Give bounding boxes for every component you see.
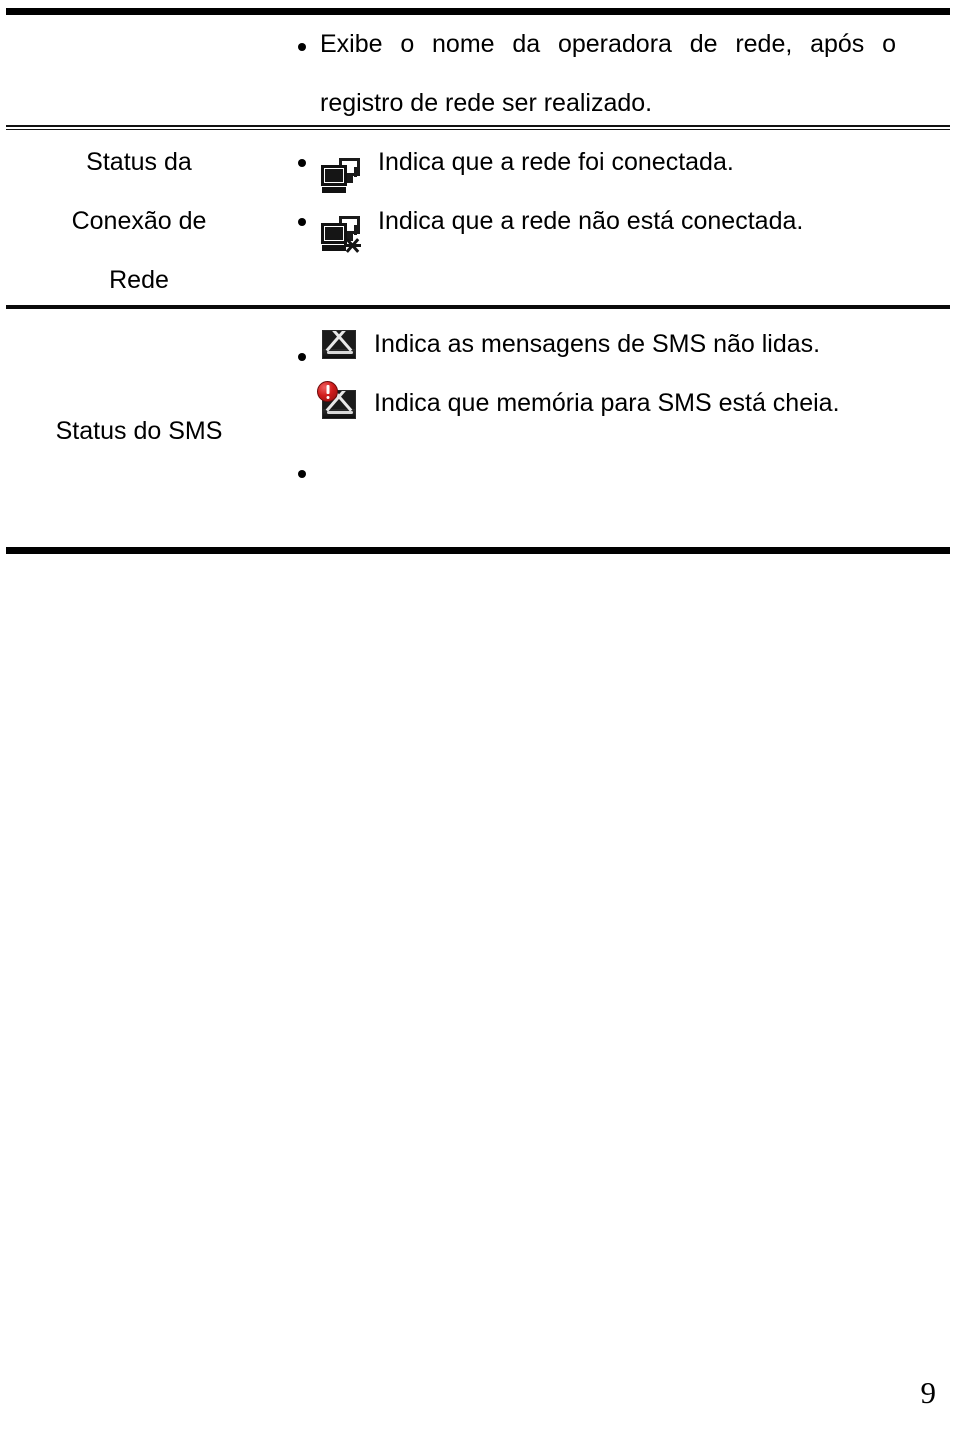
row-description-cell: Indica que a rede foi conectada. Indica … — [320, 133, 950, 253]
description-text: Indica que a rede não está conectada. — [378, 207, 804, 235]
table-row: Status da Conexão de Rede Indica que a r… — [6, 127, 950, 305]
network-connected-icon — [320, 145, 360, 193]
table-top-border — [6, 8, 950, 15]
row-label-line: Rede — [109, 266, 169, 294]
bullet-marker — [298, 43, 306, 51]
document-page: Exibe o nome da operadora de rede, após … — [0, 0, 960, 1429]
bullet-marker — [298, 470, 306, 478]
row-description-cell: Indica as mensagens de SMS não lidas. In… — [317, 315, 950, 433]
icon-description-table: Exibe o nome da operadora de rede, após … — [6, 8, 950, 554]
page-number: 9 — [920, 1375, 937, 1410]
description-text: Indica as mensagens de SMS não lidas. — [374, 330, 821, 358]
description-line: Indica que a rede foi conectada. — [320, 133, 946, 193]
sms-memory-full-entry: Indica que memória para SMS está cheia. — [317, 374, 946, 433]
table-row: Status do SMS Indica as mensagens de SMS… — [6, 309, 950, 547]
warning-badge-icon — [317, 381, 338, 402]
row-label-line: Status da — [86, 148, 192, 176]
bullet-marker — [298, 159, 306, 167]
description-line: Indica que a rede não está conectada. — [320, 192, 946, 253]
network-disconnected-glyph — [320, 215, 361, 253]
network-connected-glyph — [320, 157, 360, 194]
envelope-glyph — [322, 330, 356, 359]
sms-memory-full-icon — [317, 381, 356, 419]
sms-unread-entry: Indica as mensagens de SMS não lidas. — [320, 315, 946, 374]
row-label-line: Conexão de — [71, 207, 207, 235]
table-row: Exibe o nome da operadora de rede, após … — [6, 15, 950, 125]
bullet-marker — [298, 218, 306, 226]
sms-unread-icon — [322, 330, 356, 359]
description-text: Indica que a rede foi conectada. — [378, 148, 734, 176]
table-bottom-border — [6, 547, 950, 554]
bullet-marker — [298, 353, 306, 361]
network-disconnected-icon — [320, 203, 361, 253]
row-label-line: Status do SMS — [55, 417, 223, 445]
row-description-cell: Exibe o nome da operadora de rede, após … — [320, 15, 950, 133]
row-label-cell: Status da Conexão de Rede — [6, 133, 272, 310]
description-text: Exibe o nome da operadora de rede, após … — [320, 30, 896, 117]
row-label-cell: Status do SMS — [6, 315, 272, 547]
description-text: Indica que memória para SMS está cheia. — [374, 389, 840, 417]
